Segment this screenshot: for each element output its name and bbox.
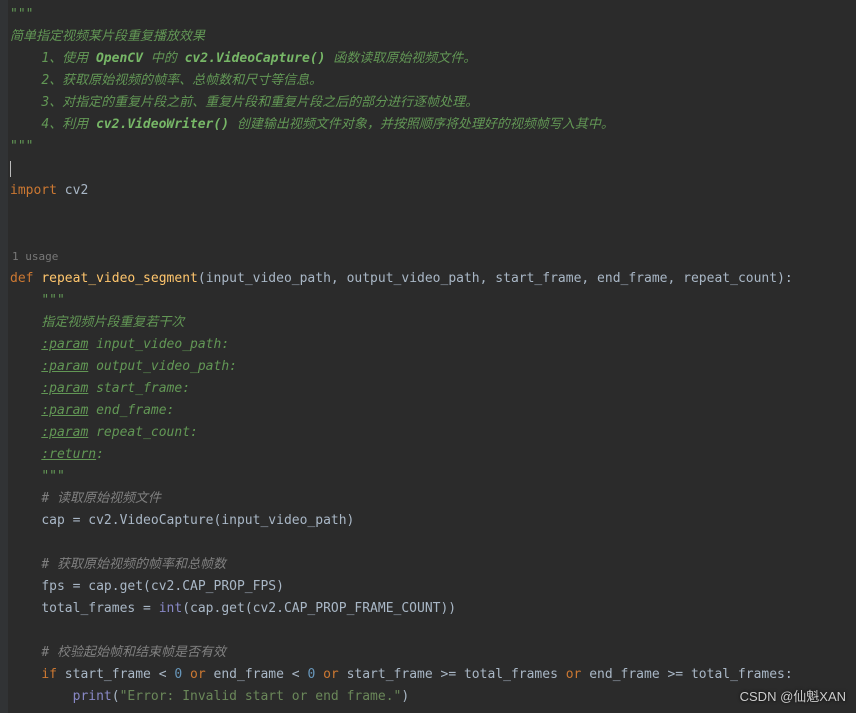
param-tag-1: :param (41, 337, 88, 352)
import-module: cv2 (65, 183, 88, 198)
step-1-mid: 中的 (143, 51, 185, 66)
or-2: or (315, 667, 346, 682)
int-builtin: int (159, 601, 182, 616)
watermark-text: CSDN @仙魁XAN (740, 686, 846, 705)
step-1-code: OpenCV (96, 51, 143, 66)
param-tag-5: :param (41, 425, 88, 440)
if-1: start_frame < (57, 667, 174, 682)
param-4: end_frame (597, 271, 667, 286)
code-line-cap: cap = cv2.VideoCapture(input_video_path) (41, 513, 354, 528)
fn-doc-desc: 指定视频片段重复若干次 (41, 315, 184, 330)
if-4: end_frame >= total_frames: (589, 667, 793, 682)
docstring-open: """ (10, 7, 33, 22)
gutter (0, 0, 8, 713)
print-fn: print (73, 689, 112, 704)
import-keyword: import (10, 183, 57, 198)
docstring-title: 简单指定视频某片段重复播放效果 (10, 29, 205, 44)
step-4-prefix: 利用 (62, 117, 96, 132)
param-name-3: start_frame: (88, 381, 190, 396)
text-cursor (10, 161, 11, 177)
comment-1: # 读取原始视频文件 (41, 491, 161, 506)
param-tag-3: :param (41, 381, 88, 396)
param-3: start_frame (495, 271, 581, 286)
step-num-3: 3、 (41, 95, 62, 110)
if-keyword: if (41, 667, 57, 682)
lparen: ( (198, 271, 206, 286)
function-name: repeat_video_segment (41, 271, 198, 286)
code-total-pre: total_frames = (41, 601, 158, 616)
param-tag-4: :param (41, 403, 88, 418)
comment-2: # 获取原始视频的帧率和总帧数 (41, 557, 226, 572)
step-4-suffix: 创建输出视频文件对象，并按照顺序将处理好的视频帧写入其中。 (229, 117, 614, 132)
code-line-fps: fps = cap.get(cv2.CAP_PROP_FPS) (41, 579, 284, 594)
fn-doc-open: """ (41, 293, 64, 308)
step-num-1: 1、 (41, 51, 62, 66)
print-rp: ) (401, 689, 409, 704)
return-tag: :return (41, 447, 96, 462)
step-num-4: 4、 (41, 117, 62, 132)
error-string: "Error: Invalid start or end frame." (120, 689, 402, 704)
step-3-text: 对指定的重复片段之前、重复片段和重复片段之后的部分进行逐帧处理。 (62, 95, 478, 110)
if-2: end_frame < (214, 667, 308, 682)
fn-doc-close: """ (41, 469, 64, 484)
comment-3: # 校验起始帧和结束帧是否有效 (41, 645, 226, 660)
step-4-code: cv2.VideoWriter() (96, 117, 229, 132)
usage-hint[interactable]: 1 usage (12, 250, 58, 263)
param-5: repeat_count (683, 271, 777, 286)
code-total-post: (cap.get(cv2.CAP_PROP_FRAME_COUNT)) (182, 601, 456, 616)
param-name-2: output_video_path: (88, 359, 237, 374)
or-3: or (566, 667, 589, 682)
param-name-1: input_video_path: (88, 337, 229, 352)
param-tag-2: :param (41, 359, 88, 374)
return-colon: : (96, 447, 104, 462)
step-2-text: 获取原始视频的帧率、总帧数和尺寸等信息。 (62, 73, 322, 88)
param-1: input_video_path (206, 271, 331, 286)
code-editor[interactable]: """ 简单指定视频某片段重复播放效果 1、使用 OpenCV 中的 cv2.V… (0, 0, 856, 708)
step-1-suffix: 函数读取原始视频文件。 (325, 51, 476, 66)
or-1: or (182, 667, 213, 682)
rparen: ): (777, 271, 793, 286)
if-3: start_frame >= total_frames (347, 667, 566, 682)
docstring-close: """ (10, 139, 33, 154)
step-1-code2: cv2.VideoCapture() (185, 51, 326, 66)
step-num-2: 2、 (41, 73, 62, 88)
param-name-5: repeat_count: (88, 425, 198, 440)
print-lp: ( (112, 689, 120, 704)
param-2: output_video_path (347, 271, 480, 286)
param-name-4: end_frame: (88, 403, 174, 418)
def-keyword: def (10, 271, 41, 286)
step-1-prefix: 使用 (62, 51, 96, 66)
